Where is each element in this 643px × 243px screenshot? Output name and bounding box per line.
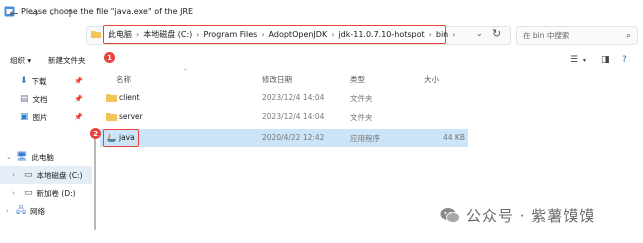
file-date: 2023/12/4 14:04 <box>262 112 325 121</box>
chevron-right-icon: › <box>196 30 200 39</box>
column-header-row: 名称 修改日期 类型 大小 <box>100 72 643 86</box>
column-header-type[interactable]: 类型 <box>350 74 365 85</box>
view-options-icon[interactable]: ☰ <box>570 55 578 65</box>
forward-button[interactable]: → <box>26 5 42 21</box>
chevron-down-icon: ⌄ <box>49 9 55 17</box>
sidebar-item-downloads[interactable]: ⬇ 下载 📌 <box>0 72 92 90</box>
pin-icon: 📌 <box>74 77 83 85</box>
sidebar-item-drive-c[interactable]: › ▭ 本地磁盘 (C:) <box>0 166 92 184</box>
pin-icon: 📌 <box>74 113 83 121</box>
sidebar-item-this-pc[interactable]: 🖥 此电脑 <box>0 148 92 166</box>
back-button[interactable]: ← <box>6 5 22 21</box>
search-input[interactable]: 在 bin 中搜索 ⌕ <box>516 26 638 45</box>
title-bar: Please choose the file "java.exe" of the… <box>0 0 643 22</box>
breadcrumb-program-files[interactable]: Program Files <box>203 30 257 39</box>
chevron-right-icon: › <box>452 30 456 39</box>
chevron-right-icon: › <box>428 30 432 39</box>
recent-dropdown-button[interactable]: ⌄ <box>44 5 60 21</box>
pin-icon: 📌 <box>74 95 83 103</box>
chevron-right-icon[interactable]: › <box>12 189 15 197</box>
sidebar-item-pictures[interactable]: ▣ 图片 📌 <box>0 108 92 126</box>
breadcrumb-jdk[interactable]: jdk-11.0.7.10-hotspot <box>338 30 424 39</box>
sidebar-item-label: 图片 <box>32 112 48 122</box>
watermark: 公众号 · 紫薯馍馍 <box>440 205 595 226</box>
file-row-server[interactable]: server 2023/12/4 14:04 文件夹 <box>100 108 468 126</box>
breadcrumb-this-pc[interactable]: 此电脑 <box>108 29 132 40</box>
folder-icon <box>91 31 101 38</box>
picture-icon: ▣ <box>20 112 29 122</box>
preview-pane-icon[interactable]: ◨ <box>601 55 610 65</box>
file-type: 文件夹 <box>350 113 373 122</box>
new-folder-button[interactable]: 新建文件夹 <box>48 55 86 66</box>
file-type: 应用程序 <box>350 134 380 143</box>
file-row-client[interactable]: client 2023/12/4 14:04 文件夹 <box>100 89 468 107</box>
file-name: server <box>119 112 143 121</box>
column-header-size[interactable]: 大小 <box>424 74 439 85</box>
sidebar-item-drive-d[interactable]: › ▭ 新加卷 (D:) <box>0 184 92 202</box>
column-header-name[interactable]: 名称 <box>116 74 131 85</box>
chevron-right-icon[interactable]: › <box>12 171 15 179</box>
file-date: 2020/4/22 12:42 <box>262 133 325 142</box>
address-dropdown-icon[interactable]: ⌄ <box>476 29 483 38</box>
refresh-icon[interactable]: ↻ <box>492 27 501 40</box>
column-header-date[interactable]: 修改日期 <box>262 74 292 85</box>
search-placeholder: 在 bin 中搜索 <box>523 31 570 40</box>
file-name: client <box>119 93 140 102</box>
watermark-text: 公众号 · 紫薯馍馍 <box>466 207 596 225</box>
chevron-right-icon[interactable]: › <box>6 207 9 215</box>
help-icon[interactable]: ? <box>622 55 627 65</box>
sidebar-item-label: 本地磁盘 (C:) <box>36 170 83 180</box>
arrow-left-icon: ← <box>9 6 19 20</box>
sidebar-item-network[interactable]: › 🖧 网络 <box>0 202 92 220</box>
chevron-right-icon: › <box>331 30 335 39</box>
sidebar-item-label: 新加卷 (D:) <box>36 188 76 198</box>
sidebar-item-label: 文档 <box>32 94 48 104</box>
arrow-up-icon: ↑ <box>65 6 75 20</box>
command-bar: 组织 ▾ 新建文件夹 ☰ ▾ ◨ ? <box>0 52 643 70</box>
address-breadcrumb[interactable]: 此电脑 › 本地磁盘 (C:) › Program Files › AdoptO… <box>103 25 455 44</box>
view-chevron-icon[interactable]: ▾ <box>583 57 586 64</box>
document-icon: ▤ <box>20 94 29 104</box>
folder-icon <box>106 113 117 121</box>
folder-icon <box>106 94 117 102</box>
up-button[interactable]: ↑ <box>62 5 78 21</box>
sidebar-item-label: 此电脑 <box>31 152 54 162</box>
breadcrumb-drive-c[interactable]: 本地磁盘 (C:) <box>143 29 192 40</box>
file-row-java[interactable]: java 2020/4/22 12:42 应用程序 44 KB <box>100 129 468 147</box>
sidebar-item-label: 下载 <box>31 76 47 86</box>
arrow-right-icon: → <box>29 6 39 20</box>
drive-icon: ▭ <box>24 170 33 180</box>
search-icon: ⌕ <box>625 30 631 41</box>
organize-menu[interactable]: 组织 ▾ <box>10 55 31 66</box>
network-icon: 🖧 <box>16 206 27 216</box>
annotation-badge-2: 2 <box>90 128 101 139</box>
annotation-highlight-java <box>103 129 139 147</box>
drive-icon: ▭ <box>24 188 33 198</box>
file-date: 2023/12/4 14:04 <box>262 93 325 102</box>
navigation-pane: ⬇ 下载 📌 ▤ 文档 📌 ▣ 图片 📌 ⌄ 🖥 此电脑 › ▭ 本地磁盘 (C… <box>0 70 92 243</box>
chevron-right-icon: › <box>261 30 265 39</box>
breadcrumb-adoptopenjdk[interactable]: AdoptOpenJDK <box>269 30 328 39</box>
download-icon: ⬇ <box>20 76 28 86</box>
chevron-right-icon: › <box>136 30 140 39</box>
sidebar-item-documents[interactable]: ▤ 文档 📌 <box>0 90 92 108</box>
sidebar-scrollbar[interactable] <box>94 130 96 230</box>
computer-icon: 🖥 <box>16 152 28 162</box>
sort-chevron-icon: ⌃ <box>183 68 189 75</box>
file-size: 44 KB <box>443 133 465 142</box>
file-type: 文件夹 <box>350 94 373 103</box>
breadcrumb-bin[interactable]: bin <box>436 30 448 39</box>
wechat-icon <box>440 208 460 223</box>
sidebar-item-label: 网络 <box>30 206 46 216</box>
